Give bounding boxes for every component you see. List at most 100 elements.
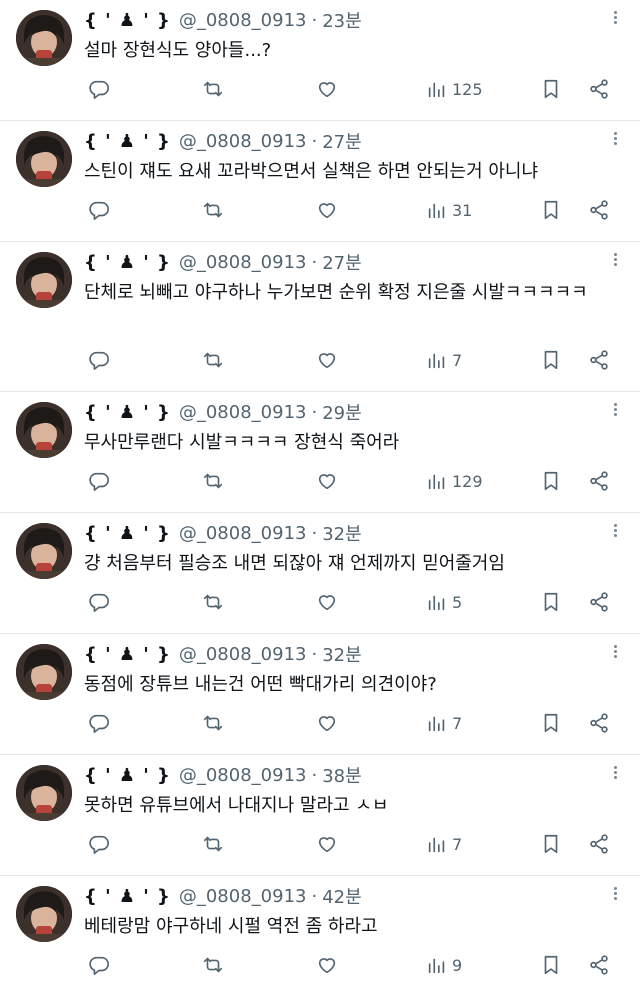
timestamp[interactable]: 23분 [322, 7, 361, 33]
timestamp[interactable]: 38분 [322, 762, 361, 788]
views-button[interactable]: 5 [426, 589, 462, 615]
timestamp[interactable]: 27분 [322, 249, 361, 275]
avatar[interactable] [16, 886, 72, 942]
views-button[interactable]: 7 [426, 831, 462, 857]
like-button[interactable] [316, 197, 338, 223]
tweet[interactable]: { ' ♟ ' } @_0808_0913 · 29분 무사만루랜다 시발ㅋㅋㅋ… [0, 392, 640, 513]
like-button[interactable] [316, 76, 338, 102]
reply-button[interactable] [88, 710, 110, 736]
author-name[interactable]: { ' ♟ ' } [84, 131, 171, 152]
author-name[interactable]: { ' ♟ ' } [84, 402, 171, 423]
like-button[interactable] [316, 468, 338, 494]
avatar[interactable] [16, 131, 72, 187]
retweet-button[interactable] [202, 76, 224, 102]
like-button[interactable] [316, 710, 338, 736]
bookmark-button[interactable] [540, 952, 562, 978]
retweet-button[interactable] [202, 831, 224, 857]
reply-button[interactable] [88, 347, 110, 373]
share-button[interactable] [588, 589, 610, 615]
tweet[interactable]: { ' ♟ ' } @_0808_0913 · 42분 베테랑맘 야구하네 시펄… [0, 876, 640, 993]
avatar[interactable] [16, 252, 72, 308]
bookmark-button[interactable] [540, 831, 562, 857]
retweet-button[interactable] [202, 710, 224, 736]
more-icon[interactable] [604, 398, 626, 420]
author-handle[interactable]: @_0808_0913 [179, 402, 307, 423]
author-name[interactable]: { ' ♟ ' } [84, 252, 171, 273]
tweet-actions: 125 [84, 76, 620, 102]
retweet-button[interactable] [202, 468, 224, 494]
views-button[interactable]: 129 [426, 468, 483, 494]
like-button[interactable] [316, 952, 338, 978]
more-icon[interactable] [604, 761, 626, 783]
author-handle[interactable]: @_0808_0913 [179, 765, 307, 786]
more-icon[interactable] [604, 127, 626, 149]
tweet[interactable]: { ' ♟ ' } @_0808_0913 · 38분 못하면 유튜브에서 나대… [0, 755, 640, 876]
like-button[interactable] [316, 347, 338, 373]
tweet[interactable]: { ' ♟ ' } @_0808_0913 · 32분 걍 처음부터 필승조 내… [0, 513, 640, 634]
author-handle[interactable]: @_0808_0913 [179, 523, 307, 544]
reply-button[interactable] [88, 589, 110, 615]
tweet[interactable]: { ' ♟ ' } @_0808_0913 · 23분 설마 장현식도 양아들.… [0, 0, 640, 121]
timestamp[interactable]: 29분 [322, 399, 361, 425]
avatar[interactable] [16, 10, 72, 66]
author-handle[interactable]: @_0808_0913 [179, 886, 307, 907]
author-handle[interactable]: @_0808_0913 [179, 252, 307, 273]
reply-button[interactable] [88, 76, 110, 102]
timestamp[interactable]: 32분 [322, 641, 361, 667]
avatar[interactable] [16, 765, 72, 821]
tweet[interactable]: { ' ♟ ' } @_0808_0913 · 32분 동점에 장튜브 내는건 … [0, 634, 640, 755]
author-name[interactable]: { ' ♟ ' } [84, 644, 171, 665]
reply-button[interactable] [88, 197, 110, 223]
author-name[interactable]: { ' ♟ ' } [84, 523, 171, 544]
author-name[interactable]: { ' ♟ ' } [84, 10, 171, 31]
more-icon[interactable] [604, 248, 626, 270]
tweet-text: 베테랑맘 야구하네 시펄 역전 좀 하라고 [84, 916, 378, 937]
views-button[interactable]: 9 [426, 952, 462, 978]
views-button[interactable]: 7 [426, 710, 462, 736]
views-button[interactable]: 31 [426, 197, 472, 223]
retweet-button[interactable] [202, 197, 224, 223]
timestamp[interactable]: 32분 [322, 520, 361, 546]
views-button[interactable]: 125 [426, 76, 483, 102]
share-button[interactable] [588, 76, 610, 102]
author-name[interactable]: { ' ♟ ' } [84, 765, 171, 786]
heart-icon [318, 203, 336, 219]
bookmark-button[interactable] [540, 347, 562, 373]
retweet-button[interactable] [202, 589, 224, 615]
bookmark-button[interactable] [540, 468, 562, 494]
like-button[interactable] [316, 831, 338, 857]
share-button[interactable] [588, 468, 610, 494]
reply-button[interactable] [88, 831, 110, 857]
share-button[interactable] [588, 197, 610, 223]
timestamp[interactable]: 42분 [322, 883, 361, 909]
more-icon[interactable] [604, 640, 626, 662]
separator-dot: · [311, 643, 318, 665]
reply-button[interactable] [88, 468, 110, 494]
share-button[interactable] [588, 710, 610, 736]
bookmark-button[interactable] [540, 197, 562, 223]
more-icon[interactable] [604, 519, 626, 541]
avatar[interactable] [16, 402, 72, 458]
more-icon[interactable] [604, 6, 626, 28]
reply-button[interactable] [88, 952, 110, 978]
share-button[interactable] [588, 831, 610, 857]
author-handle[interactable]: @_0808_0913 [179, 131, 307, 152]
bookmark-button[interactable] [540, 76, 562, 102]
avatar[interactable] [16, 523, 72, 579]
more-icon[interactable] [604, 882, 626, 904]
author-handle[interactable]: @_0808_0913 [179, 644, 307, 665]
author-handle[interactable]: @_0808_0913 [179, 10, 307, 31]
avatar[interactable] [16, 644, 72, 700]
tweet[interactable]: { ' ♟ ' } @_0808_0913 · 27분 단체로 뇌빼고 야구하나… [0, 242, 640, 392]
share-button[interactable] [588, 952, 610, 978]
retweet-button[interactable] [202, 952, 224, 978]
timestamp[interactable]: 27분 [322, 128, 361, 154]
tweet[interactable]: { ' ♟ ' } @_0808_0913 · 27분 스틴이 쟤도 요새 꼬라… [0, 121, 640, 242]
author-name[interactable]: { ' ♟ ' } [84, 886, 171, 907]
bookmark-button[interactable] [540, 589, 562, 615]
retweet-button[interactable] [202, 347, 224, 373]
bookmark-button[interactable] [540, 710, 562, 736]
share-button[interactable] [588, 347, 610, 373]
views-button[interactable]: 7 [426, 347, 462, 373]
like-button[interactable] [316, 589, 338, 615]
